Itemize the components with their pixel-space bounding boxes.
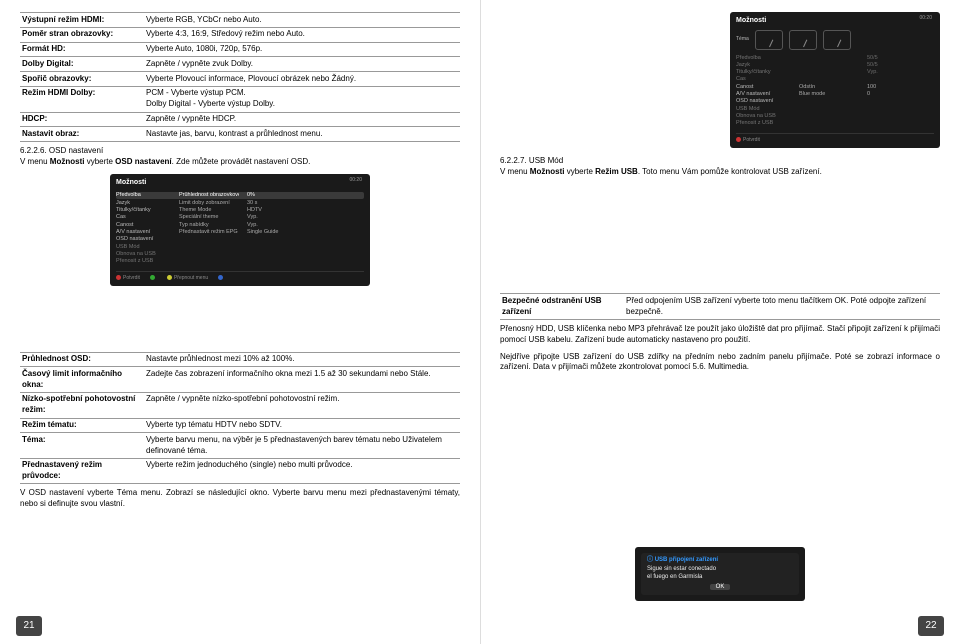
table-row: Poměr stran obrazovky:Vyberte 4:3, 16:9,… — [20, 27, 460, 42]
table-row: Režim HDMI Dolby:PCM - Vyberte výstup PC… — [20, 86, 460, 112]
menu-row[interactable]: A/V nastaveníPřednastavit režim EPGSingl… — [116, 228, 364, 235]
menu-row[interactable]: ČanostOdstín100 — [736, 83, 934, 90]
menu-row: Přenosit z USB — [736, 120, 934, 127]
row-value: Nastavte jas, barvu, kontrast a průhledn… — [144, 127, 460, 142]
table-row: Časový limit informačního okna:Zadejte č… — [20, 367, 460, 393]
menu-row: Obnova na USB — [736, 113, 934, 120]
menu-row: Čas — [736, 76, 934, 83]
dialog-line: Sigue sin estar conectado — [647, 566, 793, 573]
row-key: Přednastavený režim průvodce: — [20, 458, 144, 484]
section-usb: 6.2.2.7. USB Mód V menu Možnosti vyberte… — [500, 156, 940, 178]
row-value: Zadejte čas zobrazení informačního okna … — [144, 367, 460, 393]
row-value: Vyberte typ tématu HDTV nebo SDTV. — [144, 418, 460, 433]
menu-title: Možnosti — [736, 17, 934, 25]
row-key: Spořič obrazovky: — [20, 72, 144, 87]
section-osd: 6.2.2.6. OSD nastavení V menu Možnosti v… — [20, 146, 460, 168]
table-row: Průhlednost OSD:Nastavte průhlednost mez… — [20, 352, 460, 367]
row-value: Nastavte průhlednost mezi 10% až 100%. — [144, 352, 460, 367]
menu-row[interactable]: JazykLimit doby zobrazení30 s — [116, 199, 364, 206]
info-icon: ⓘ — [647, 557, 653, 563]
table-row: Dolby Digital:Zapněte / vypněte zvuk Dol… — [20, 57, 460, 72]
section-number: 6.2.2.7. USB Mód — [500, 156, 563, 165]
row-key: Téma: — [20, 433, 144, 459]
row-value: PCM - Vyberte výstup PCM.Dolby Digital -… — [144, 86, 460, 112]
row-key: Časový limit informačního okna: — [20, 367, 144, 393]
gauge-icon — [823, 30, 851, 50]
menu-title: Možnosti — [116, 179, 364, 187]
row-value: Zapněte / vypněte nízko-spotřební pohoto… — [144, 392, 460, 418]
menu-row: Předvolba50/5 — [736, 54, 934, 61]
page-right: 00:20 Možnosti Téma Předvolba50/5Jazyk50… — [480, 0, 960, 644]
settings-table-bottom: Průhlednost OSD:Nastavte průhlednost mez… — [20, 352, 460, 485]
page-number-right: 22 — [918, 616, 944, 636]
row-key: Poměr stran obrazovky: — [20, 27, 144, 42]
paragraph-usb-1: Přenosný HDD, USB klíčenka nebo MP3 přeh… — [500, 324, 940, 346]
usb-definition-table: Bezpečné odstranění USB zařízeníPřed odp… — [500, 293, 940, 320]
row-value: Vyberte RGB, YCbCr nebo Auto. — [144, 13, 460, 28]
row-value: Vyberte Auto, 1080i, 720p, 576p. — [144, 42, 460, 57]
row-key: Bezpečné odstranění USB zařízení — [500, 294, 624, 320]
table-row: Výstupní režim HDMI:Vyberte RGB, YCbCr n… — [20, 13, 460, 28]
table-row: Nízko-spotřební pohotovostní režim:Zapně… — [20, 392, 460, 418]
row-value: Vyberte barvu menu, na výběr je 5 předna… — [144, 433, 460, 459]
row-value: Před odpojením USB zařízení vyberte toto… — [624, 294, 940, 320]
table-row: Nastavit obraz:Nastavte jas, barvu, kont… — [20, 127, 460, 142]
row-key: HDCP: — [20, 112, 144, 127]
menu-row: USB Mód — [736, 105, 934, 112]
color-gauges: Téma — [736, 30, 934, 50]
menu-row[interactable]: ČanostTyp nabídkyVyp. — [116, 221, 364, 228]
row-key: Výstupní režim HDMI: — [20, 13, 144, 28]
table-row: HDCP:Zapněte / vypněte HDCP. — [20, 112, 460, 127]
table-row: Spořič obrazovky:Vyberte Plovoucí inform… — [20, 72, 460, 87]
clock: 00:20 — [919, 16, 932, 22]
gauge-icon — [755, 30, 783, 50]
table-row: Režim tématu:Vyberte typ tématu HDTV neb… — [20, 418, 460, 433]
menu-row: Titulky/čítankyVyp. — [736, 69, 934, 76]
section-text: V menu Možnosti vyberte Režim USB. Toto … — [500, 167, 822, 176]
table-row: Přednastavený režim průvodce:Vyberte rež… — [20, 458, 460, 484]
screenshot-osd-options: 00:20 Možnosti PředvolbaPrůhlednost obra… — [110, 174, 370, 286]
section-number: 6.2.2.6. OSD nastavení — [20, 146, 103, 155]
screenshot-usb-dialog: ⓘ USB připojení zařízení Sigue sin estar… — [635, 547, 805, 601]
row-value: Zapněte / vypněte HDCP. — [144, 112, 460, 127]
row-key: Nízko-spotřební pohotovostní režim: — [20, 392, 144, 418]
table-row: Téma:Vyberte barvu menu, na výběr je 5 p… — [20, 433, 460, 459]
page-left: Výstupní režim HDMI:Vyberte RGB, YCbCr n… — [0, 0, 480, 644]
menu-row: Jazyk50/5 — [736, 61, 934, 68]
row-key: Nastavit obraz: — [20, 127, 144, 142]
row-value: Vyberte režim jednoduchého (single) nebo… — [144, 458, 460, 484]
menu-row: USB Mód — [116, 243, 364, 250]
ok-button[interactable]: OK — [710, 584, 731, 590]
menu-row: Obnova na USB — [116, 250, 364, 257]
menu-row[interactable]: ČasSpeciální themeVyp. — [116, 214, 364, 221]
row-key: Formát HD: — [20, 42, 144, 57]
settings-table-top: Výstupní režim HDMI:Vyberte RGB, YCbCr n… — [20, 12, 460, 142]
table-row: Bezpečné odstranění USB zařízeníPřed odp… — [500, 294, 940, 320]
row-key: Režim HDMI Dolby: — [20, 86, 144, 112]
paragraph-usb-2: Nejdříve připojte USB zařízení do USB zd… — [500, 352, 940, 374]
menu-row[interactable]: OSD nastavení — [736, 98, 934, 105]
bottom-paragraph: V OSD nastavení vyberte Téma menu. Zobra… — [20, 488, 460, 510]
clock: 00:20 — [349, 178, 362, 184]
row-value: Vyberte Plovoucí informace, Plovoucí obr… — [144, 72, 460, 87]
menu-row[interactable]: A/V nastaveníBlue mode0 — [736, 91, 934, 98]
menu-row[interactable]: Titulky/čítankyTheme ModeHDTV — [116, 206, 364, 213]
menu-row[interactable]: OSD nastavení — [116, 236, 364, 243]
menu-footer: Potvrdit — [736, 133, 934, 144]
page-number-left: 21 — [16, 616, 42, 636]
screenshot-theme-options: 00:20 Možnosti Téma Předvolba50/5Jazyk50… — [730, 12, 940, 148]
gauge-icon — [789, 30, 817, 50]
usb-dialog-inner: ⓘ USB připojení zařízení Sigue sin estar… — [641, 553, 799, 595]
row-value: Zapněte / vypněte zvuk Dolby. — [144, 57, 460, 72]
menu-row[interactable]: PředvolbaPrůhlednost obrazovkového menu0… — [116, 192, 364, 199]
row-key: Dolby Digital: — [20, 57, 144, 72]
menu-row: Přenosit z USB — [116, 258, 364, 265]
dialog-line: el fuego en Garmisla — [647, 574, 793, 581]
section-text: V menu Možnosti vyberte OSD nastavení. Z… — [20, 157, 310, 166]
row-value: Vyberte 4:3, 16:9, Středový režim nebo A… — [144, 27, 460, 42]
table-row: Formát HD:Vyberte Auto, 1080i, 720p, 576… — [20, 42, 460, 57]
row-key: Průhlednost OSD: — [20, 352, 144, 367]
menu-footer: Potvrdit Přepnout menu — [116, 271, 364, 282]
row-key: Režim tématu: — [20, 418, 144, 433]
